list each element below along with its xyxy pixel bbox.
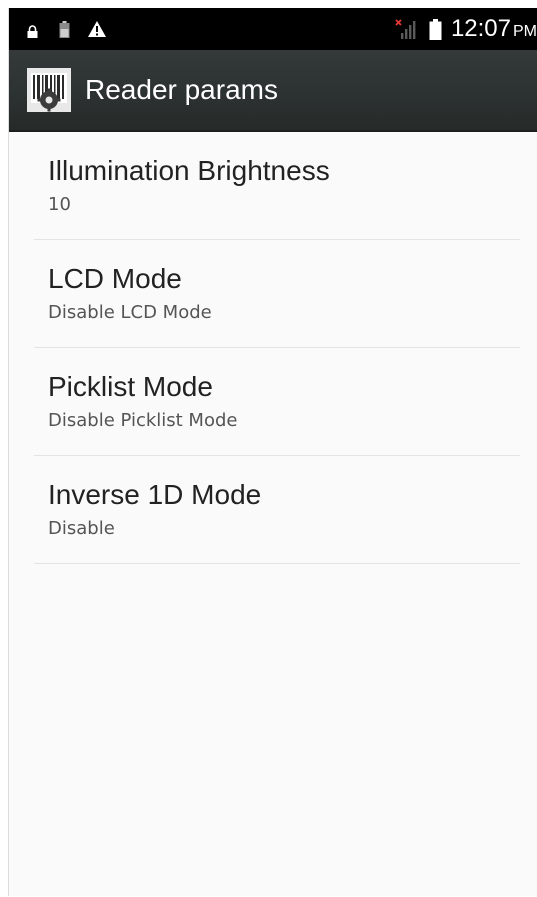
app-title: Reader params xyxy=(85,74,278,105)
pref-inverse-1d-mode[interactable]: Inverse 1D Mode Disable xyxy=(34,456,520,564)
status-bar-system: 12:07 PM xyxy=(395,8,537,50)
pref-lcd-mode[interactable]: LCD Mode Disable LCD Mode xyxy=(34,240,520,348)
preference-list: Illumination Brightness 10 LCD Mode Disa… xyxy=(9,132,537,564)
pref-summary: Disable Picklist Mode xyxy=(48,410,238,431)
signal-no-sim-icon xyxy=(395,19,417,39)
warning-icon xyxy=(88,21,106,37)
status-bar: 12:07 PM xyxy=(9,8,537,50)
status-bar-notifications xyxy=(27,8,106,50)
status-time: 12:07 xyxy=(450,15,511,42)
pref-illumination-brightness[interactable]: Illumination Brightness 10 xyxy=(34,132,520,240)
pref-summary: 10 xyxy=(48,194,71,215)
pref-summary: Disable xyxy=(48,518,115,539)
status-ampm: PM xyxy=(513,23,537,40)
barcode-settings-icon[interactable] xyxy=(27,68,71,112)
pref-title: Picklist Mode xyxy=(48,371,213,402)
lock-icon xyxy=(27,23,38,38)
status-clock: 12:07 PM xyxy=(451,15,537,43)
phone-screen: 12:07 PM Reader params Illumination Brig… xyxy=(8,8,537,896)
pref-summary: Disable LCD Mode xyxy=(48,302,212,323)
pref-title: LCD Mode xyxy=(48,263,182,294)
pref-title: Illumination Brightness xyxy=(48,155,330,186)
pref-picklist-mode[interactable]: Picklist Mode Disable Picklist Mode xyxy=(34,348,520,456)
action-bar: Reader params xyxy=(9,50,537,132)
pref-title: Inverse 1D Mode xyxy=(48,479,262,510)
battery-small-icon xyxy=(59,20,70,38)
battery-icon xyxy=(429,18,442,40)
